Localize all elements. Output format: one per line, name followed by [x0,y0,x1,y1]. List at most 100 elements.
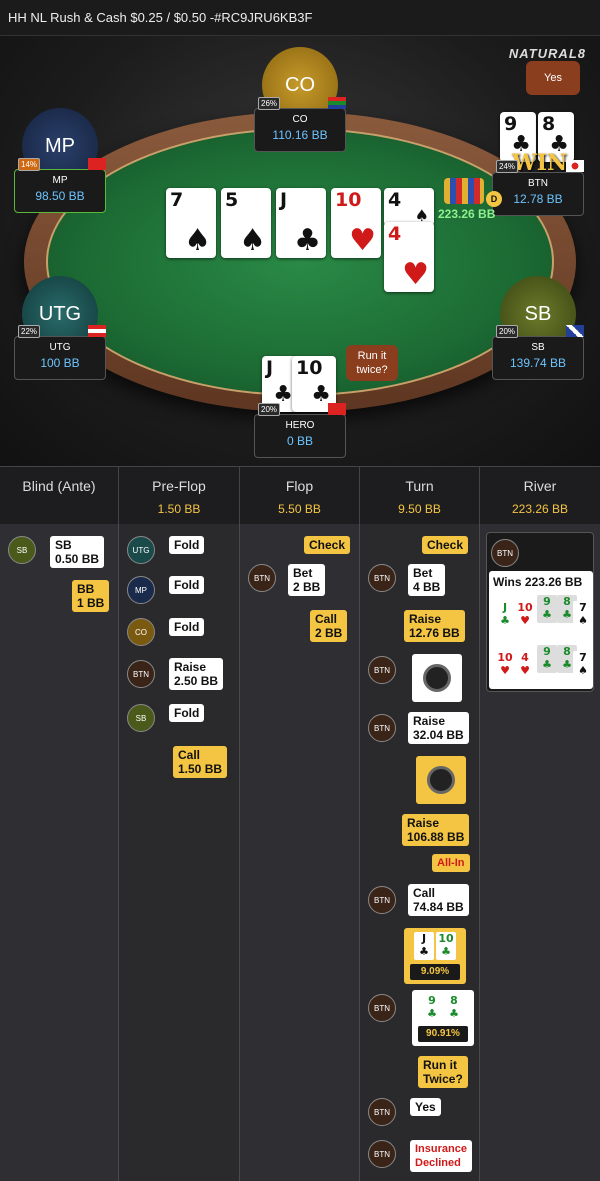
player-chip-mp: MP [127,576,155,604]
player-chip-btn: BTN [368,1140,396,1168]
player-name: SB [531,342,545,353]
player-stack: 0 BB [286,434,313,448]
action-label: Call 2 BB [310,610,348,642]
action-label: Fold [169,576,205,594]
player-name: CO [292,114,308,125]
chat-bubble: Yes [526,61,580,95]
equity-box: J ♣ 10 ♣ 9.09% [404,928,466,984]
chip-stack-icon [444,178,484,204]
player-stack: 139.74 BB [509,356,567,370]
street-flop: Flop 5.50 BB [240,467,360,525]
flag-icon [328,97,346,109]
vpip-badge: 20% [496,325,519,338]
player-chip-sb: SB [127,704,155,732]
action-label: Raise 12.76 BB [404,610,465,642]
player-chip-btn: BTN [368,656,396,684]
mini-card: 10 ♥ [495,651,515,679]
vpip-badge: 14% [18,158,41,171]
player-chip-btn: BTN [368,886,396,914]
timer-icon [416,756,466,804]
player-chip-btn: BTN [127,660,155,688]
hand-title: HH NL Rush & Cash $0.25 / $0.50 -#RC9JRU… [0,0,600,36]
action-label: Fold [169,618,205,636]
action-label: Fold [169,536,205,554]
flag-icon [566,160,584,172]
action-label: Fold [169,704,205,722]
flop-column: Check BTN Bet 2 BB Call 2 BB [240,524,360,1181]
action-label: Check [422,536,469,554]
river-column: BTN Wins 223.26 BB J ♣ 10 ♥ 9 ♣ 8 ♣ 7 ♠ 10 ♥ 4… [480,524,600,1181]
blind-column: SB SB 0.50 BB BB 1 BB [0,524,119,1181]
player-chip-btn: BTN [248,564,276,592]
equity-box: 9 ♣ 8 ♣ 90.91% [412,990,474,1046]
equity-value: 9.09% [410,964,460,980]
player-name: UTG [49,342,71,353]
timer-icon [412,654,462,702]
equity-value: 90.91% [418,1026,468,1042]
win-result: Wins 223.26 BB J ♣ 10 ♥ 9 ♣ 8 ♣ 7 ♠ 10 ♥ 4 ♥ 9 ♣… [489,571,593,689]
mini-card: 7 ♠ [573,651,593,679]
action-label: Insurance Declined [410,1140,472,1172]
vpip-badge: 26% [258,97,281,110]
street-blind: Blind (Ante) [0,467,119,525]
player-stack: 110.16 BB [272,128,328,142]
action-label: SB 0.50 BB [50,536,105,568]
player-chip-btn: BTN [368,1098,396,1126]
board-card: 5 ♠ [221,188,271,258]
dealer-button: D [486,191,502,207]
board-card: 4 ♠ [384,188,434,226]
flag-icon [566,325,584,337]
player-chip-utg: UTG [127,536,155,564]
vpip-badge: 20% [258,403,281,416]
flag-icon [328,403,346,415]
player-chip-btn: BTN [368,564,396,592]
player-chip-co: CO [127,618,155,646]
mini-card: 10 ♣ [436,932,456,960]
mini-card: 7 ♠ [573,601,593,629]
player-plate: BTN 12.78 BB [492,172,584,216]
player-name: HERO [285,420,315,431]
player-stack: 100 BB [40,356,80,370]
player-name: BTN [528,178,548,189]
player-name: MP [52,175,68,186]
turn-column: Check BTN Bet 4 BB Raise 12.76 BB BTN BT… [360,524,480,1181]
action-label: Bet 4 BB [408,564,446,596]
mini-card: 4 ♥ [515,651,535,679]
action-label: Yes [410,1098,441,1116]
street-river: River 223.26 BB [511,478,569,516]
mini-card: 9 ♣ [537,595,557,623]
vpip-badge: 22% [18,325,41,338]
player-plate: SB 139.74 BB [492,336,584,380]
player-stack: 98.50 BB [35,189,85,203]
chat-bubble: Run it twice? [346,345,398,381]
mini-card: 9 ♣ [422,994,442,1022]
board-card: J ♣ [276,188,326,258]
brand-logo: NATURAL8 [508,46,586,61]
mini-card: J ♣ [414,932,434,960]
player-plate: MP 98.50 BB [14,169,106,213]
action-label: Raise 32.04 BB [408,712,469,744]
action-label: BB 1 BB [72,580,110,612]
board-card: 4 ♥ [384,222,434,292]
street-preflop: Pre-Flop 1.50 BB [119,467,240,525]
player-plate: CO 110.16 BB [254,108,346,152]
action-label: Check [304,536,351,554]
preflop-column: UTG Fold MP Fold CO Fold BTN Raise 2.50 … [119,524,240,1181]
player-chip-sb: SB [8,536,36,564]
pot-amount: 223.26 BB [438,207,496,221]
river-result-box: BTN Wins 223.26 BB J ♣ 10 ♥ 9 ♣ 8 ♣ 7 ♠ 10 ♥ 4… [486,532,594,692]
street-header: Blind (Ante) Pre-Flop 1.50 BB Flop 5.50 BB… [0,466,600,525]
player-plate: UTG 100 BB [14,336,106,380]
mini-card: 8 ♣ [444,994,464,1022]
action-label: Raise 2.50 BB [169,658,224,690]
player-stack: 12.78 BB [513,192,563,206]
board-card: 7 ♠ [166,188,216,258]
action-label: Call 1.50 BB [173,746,228,778]
action-label: Bet 2 BB [288,564,326,596]
mini-card: 9 ♣ [537,645,557,673]
mini-card: 10 ♥ [515,601,535,629]
player-chip-btn: BTN [491,539,519,567]
player-plate: HERO 0 BB [254,414,346,458]
street-turn: Turn 9.50 BB [360,467,480,525]
flag-icon [88,158,106,170]
